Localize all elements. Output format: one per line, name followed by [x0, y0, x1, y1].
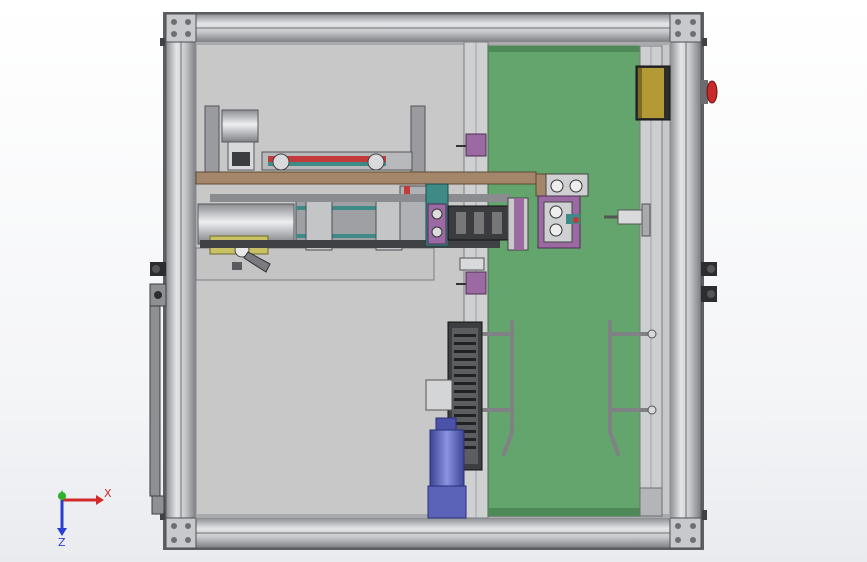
side-knob-right-lower[interactable]: [701, 286, 717, 302]
side-knob-right-upper[interactable]: [701, 262, 717, 276]
z-axis-label: Z: [58, 536, 66, 549]
corner-bracket-top-left: [165, 13, 197, 43]
upright-left: [204, 105, 220, 177]
corner-bracket-bottom-right: [669, 517, 702, 549]
side-latch-left[interactable]: [149, 283, 167, 307]
x-axis-label: X: [104, 487, 112, 500]
upper-belt-assembly: [261, 151, 413, 171]
drive-motor: [427, 417, 467, 519]
upright-right: [410, 105, 426, 177]
corner-bracket-bottom-left: [165, 517, 197, 549]
sensor-box-top-right: [635, 65, 671, 121]
cad-viewport[interactable]: X Z: [0, 0, 867, 562]
side-knob-left[interactable]: [150, 262, 166, 276]
emergency-stop-button[interactable]: [700, 80, 718, 104]
mounting-plate: [195, 171, 537, 185]
coordinate-triad: X Z: [57, 487, 112, 549]
corner-bracket-top-right: [669, 13, 702, 43]
